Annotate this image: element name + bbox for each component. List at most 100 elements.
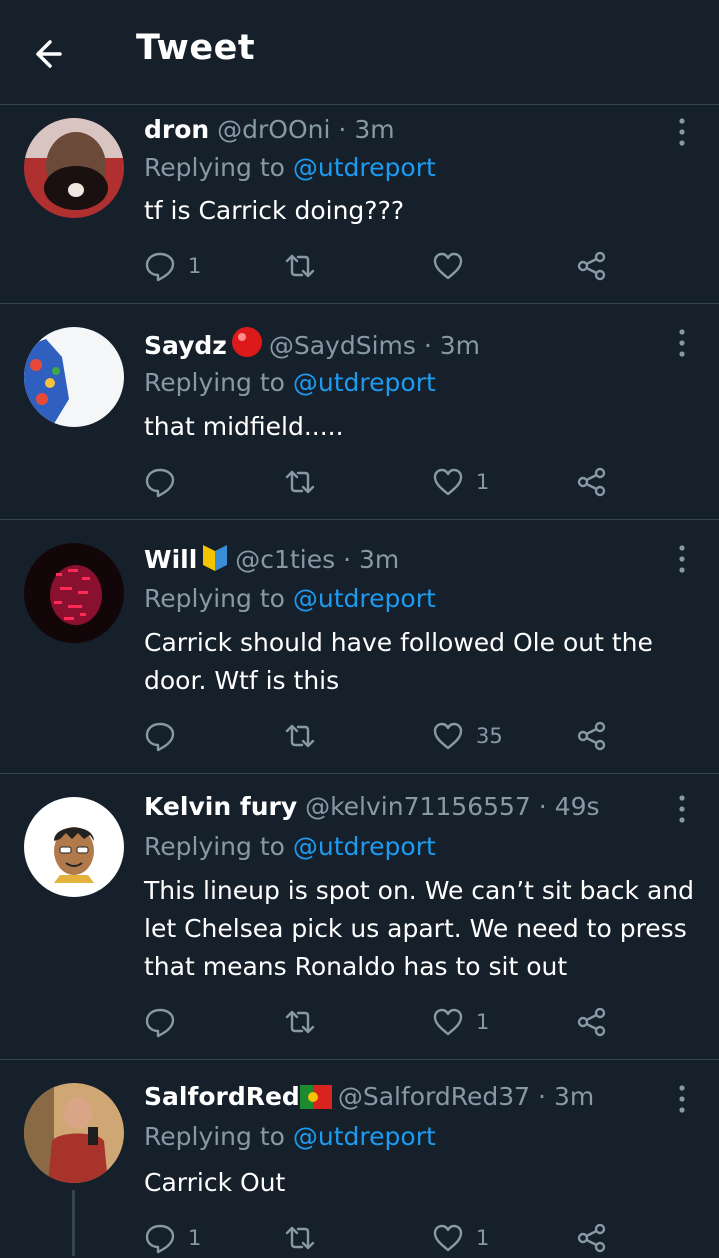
tweet-reply[interactable]: SalfordRed @SalfordRed37 · 3m Replying to… xyxy=(0,1060,719,1256)
retweet-button[interactable] xyxy=(284,462,328,502)
replying-to: Replying to @utdreport xyxy=(144,584,436,613)
retweet-button[interactable] xyxy=(284,1002,328,1042)
heart-icon xyxy=(433,1008,463,1036)
share-button[interactable] xyxy=(576,1218,608,1258)
timestamp[interactable]: 3m xyxy=(359,545,399,574)
mention-link[interactable]: @utdreport xyxy=(293,1122,436,1151)
display-name[interactable]: Kelvin fury xyxy=(144,792,297,821)
username[interactable]: @kelvin71156557 xyxy=(305,792,531,821)
share-button[interactable] xyxy=(576,246,608,286)
mention-link[interactable]: @utdreport xyxy=(293,368,436,397)
mention-link[interactable]: @utdreport xyxy=(293,153,436,182)
replying-label: Replying to xyxy=(144,368,285,397)
display-name[interactable]: SalfordRed xyxy=(144,1082,300,1111)
tweet-text: Carrick Out xyxy=(144,1168,286,1197)
avatar[interactable] xyxy=(24,118,124,218)
reply-icon xyxy=(145,1224,175,1254)
reply-icon xyxy=(145,722,175,752)
like-count: 1 xyxy=(476,1010,490,1034)
action-bar: 1 xyxy=(144,1002,624,1042)
share-button[interactable] xyxy=(576,716,608,756)
reply-button[interactable]: 1 xyxy=(144,1218,201,1258)
like-button[interactable] xyxy=(432,246,476,286)
separator: · xyxy=(538,1082,546,1111)
username[interactable]: @drOOni xyxy=(217,115,330,144)
retweet-button[interactable] xyxy=(284,716,328,756)
reply-count: 1 xyxy=(188,254,202,278)
like-button[interactable]: 1 xyxy=(432,1218,489,1258)
retweet-icon xyxy=(285,1226,315,1250)
more-options-icon[interactable] xyxy=(672,115,692,149)
replying-label: Replying to xyxy=(144,832,285,861)
separator: · xyxy=(343,545,352,574)
like-count: 35 xyxy=(476,724,503,748)
retweet-icon xyxy=(285,724,315,748)
reply-button[interactable] xyxy=(144,1002,188,1042)
tweet-reply[interactable]: Kelvin fury @kelvin71156557 · 49s Replyi… xyxy=(0,774,719,1060)
share-icon xyxy=(577,251,606,281)
retweet-icon xyxy=(285,1010,315,1034)
retweet-icon xyxy=(285,254,315,278)
replying-to: Replying to @utdreport xyxy=(144,832,436,861)
separator: · xyxy=(423,331,432,360)
mention-link[interactable]: @utdreport xyxy=(293,584,436,613)
replying-label: Replying to xyxy=(144,584,285,613)
more-options-icon[interactable] xyxy=(672,792,692,826)
timestamp[interactable]: 3m xyxy=(554,1082,594,1111)
more-options-icon[interactable] xyxy=(672,326,692,360)
tweet-text: This lineup is spot on. We can’t sit bac… xyxy=(144,876,694,981)
display-name[interactable]: Will xyxy=(144,545,197,574)
avatar[interactable] xyxy=(24,543,124,643)
avatar[interactable] xyxy=(24,797,124,897)
reply-button[interactable] xyxy=(144,462,188,502)
tweet-reply[interactable]: Will @c1ties · 3m Replying to @utdreport … xyxy=(0,520,719,774)
avatar[interactable] xyxy=(24,1083,124,1183)
reply-count: 1 xyxy=(188,1226,202,1250)
like-button[interactable]: 1 xyxy=(432,1002,489,1042)
retweet-button[interactable] xyxy=(284,1218,328,1258)
share-button[interactable] xyxy=(576,462,608,502)
replying-label: Replying to xyxy=(144,1122,285,1151)
red-circle-icon xyxy=(231,326,263,364)
top-bar: Tweet xyxy=(0,0,719,105)
retweet-button[interactable] xyxy=(284,246,328,286)
share-button[interactable] xyxy=(576,1002,608,1042)
timestamp[interactable]: 49s xyxy=(555,792,600,821)
retweet-icon xyxy=(285,470,315,494)
heart-icon xyxy=(433,468,463,496)
tweet-reply[interactable]: Saydz @SaydSims · 3m Replying to @utdrepo… xyxy=(0,304,719,520)
more-options-icon[interactable] xyxy=(672,542,692,576)
share-icon xyxy=(577,467,606,497)
timestamp[interactable]: 3m xyxy=(354,115,394,144)
username[interactable]: @c1ties xyxy=(235,545,335,574)
tweet-header: Will @c1ties · 3m xyxy=(144,542,399,578)
timestamp[interactable]: 3m xyxy=(440,331,480,360)
reply-icon xyxy=(145,468,175,498)
action-bar: 35 xyxy=(144,716,624,756)
username[interactable]: @SaydSims xyxy=(269,331,416,360)
display-name[interactable]: dron xyxy=(144,115,209,144)
action-bar: 1 xyxy=(144,462,624,502)
page-title: Tweet xyxy=(136,28,256,68)
mention-link[interactable]: @utdreport xyxy=(293,832,436,861)
beginner-badge-icon xyxy=(201,542,229,578)
display-name[interactable]: Saydz xyxy=(144,331,227,360)
more-options-icon[interactable] xyxy=(672,1082,692,1116)
like-button[interactable]: 1 xyxy=(432,462,489,502)
tweet-header: SalfordRed @SalfordRed37 · 3m xyxy=(144,1082,594,1115)
separator: · xyxy=(538,792,547,821)
tweet-header: Saydz @SaydSims · 3m xyxy=(144,326,480,364)
username[interactable]: @SalfordRed37 xyxy=(338,1082,530,1111)
heart-icon xyxy=(433,722,463,750)
avatar[interactable] xyxy=(24,327,124,427)
action-bar: 1 1 xyxy=(144,1218,624,1258)
reply-button[interactable]: 1 xyxy=(144,246,201,286)
replying-label: Replying to xyxy=(144,153,285,182)
tweet-reply[interactable]: dron @drOOni · 3m Replying to @utdreport… xyxy=(0,105,719,304)
replying-to: Replying to @utdreport xyxy=(144,153,436,182)
replying-to: Replying to @utdreport xyxy=(144,1122,436,1151)
reply-button[interactable] xyxy=(144,716,188,756)
like-button[interactable]: 35 xyxy=(432,716,503,756)
tweet-header: dron @drOOni · 3m xyxy=(144,115,395,144)
back-arrow-icon[interactable] xyxy=(30,34,74,74)
